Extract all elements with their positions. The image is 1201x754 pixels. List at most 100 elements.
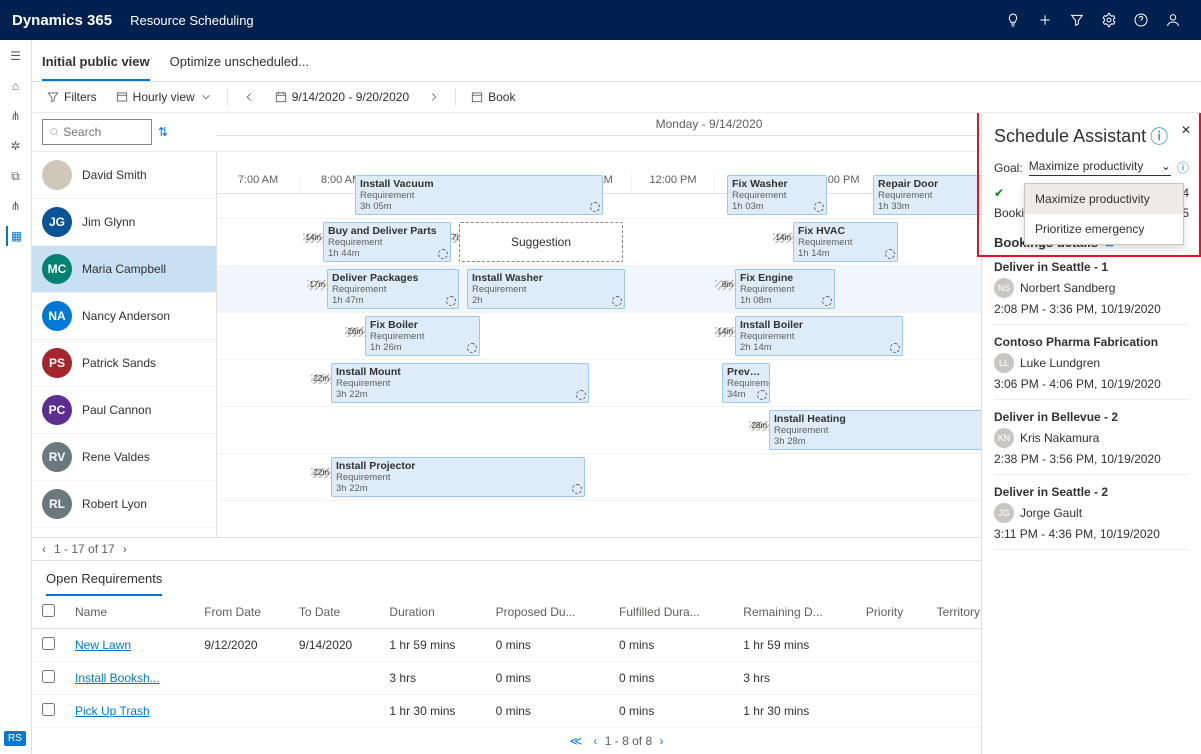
booking[interactable]: Install VacuumRequirement3h 05m <box>355 175 603 215</box>
help-icon[interactable] <box>1125 4 1157 36</box>
row-checkbox[interactable] <box>42 670 55 683</box>
cell: 1 hr 30 mins <box>379 695 485 728</box>
booking-title: Install Projector <box>336 460 580 472</box>
column-header[interactable]: Fulfilled Dura... <box>609 596 733 629</box>
avatar: RL <box>42 489 72 519</box>
row-checkbox[interactable] <box>42 637 55 650</box>
tab-open-requirements[interactable]: Open Requirements <box>46 571 162 596</box>
booking[interactable]: Install WasherRequirement2h <box>467 269 625 309</box>
suggestion-slot[interactable]: Suggestion <box>459 222 623 262</box>
info-icon[interactable]: ⓘ <box>1150 123 1168 149</box>
requirement-link[interactable]: New Lawn <box>75 638 131 652</box>
booking-title: Fix Engine <box>740 272 830 284</box>
date-next-button[interactable] <box>423 88 445 106</box>
requirement-link[interactable]: Install Booksh... <box>75 671 160 685</box>
cell <box>194 662 289 695</box>
sort-icon[interactable]: ⇅ <box>158 125 168 139</box>
resource-name: David Smith <box>82 168 147 182</box>
column-header[interactable]: From Date <box>194 596 289 629</box>
cell <box>856 695 927 728</box>
cell <box>856 662 927 695</box>
booking[interactable]: PreventRequirement34m <box>722 363 770 403</box>
booking[interactable]: Fix HVACRequirement1h 14m <box>793 222 898 262</box>
resource-row[interactable]: PCPaul Cannon <box>32 387 216 434</box>
rail-icon-2[interactable]: ✲ <box>6 136 26 156</box>
grid-next[interactable]: › <box>655 734 667 748</box>
view-mode-dropdown[interactable]: Hourly view <box>111 88 217 106</box>
resource-row[interactable]: RVRene Valdes <box>32 434 216 481</box>
resource-row[interactable]: David Smith <box>32 152 216 199</box>
home-icon[interactable]: ⌂ <box>6 76 26 96</box>
avatar: MC <box>42 254 72 284</box>
resource-name: Patrick Sands <box>82 356 156 370</box>
book-button[interactable]: Book <box>466 88 519 106</box>
tab-1[interactable]: Optimize unscheduled... <box>170 54 309 81</box>
gear-icon[interactable] <box>1093 4 1125 36</box>
column-header[interactable]: Proposed Du... <box>486 596 609 629</box>
column-header[interactable]: Name <box>65 596 194 629</box>
check-icon: ✔ <box>994 186 1004 200</box>
booking[interactable]: Deliver PackagesRequirement1h 47m <box>327 269 459 309</box>
date-range-picker[interactable]: 9/14/2020 - 9/20/2020 <box>270 88 413 106</box>
resource-row[interactable]: MCMaria Campbell <box>32 246 216 293</box>
filter-icon[interactable] <box>1061 4 1093 36</box>
travel-time: 14m <box>303 233 323 243</box>
booking[interactable]: Buy and Deliver PartsRequirement1h 44m <box>323 222 451 262</box>
rail-icon-3[interactable]: ⧉ <box>6 166 26 186</box>
requirement-link[interactable]: Pick Up Trash <box>75 704 150 718</box>
booking-detail[interactable]: Contoso Pharma FabricationLLLuke Lundgre… <box>994 335 1189 400</box>
close-icon[interactable]: ✕ <box>1181 123 1191 137</box>
column-header[interactable]: Remaining D... <box>733 596 856 629</box>
hamburger-icon[interactable]: ☰ <box>6 46 26 66</box>
brand: Dynamics 365 <box>12 12 112 29</box>
resource-row[interactable]: RL Robert Lyon <box>32 481 216 528</box>
booking-title: Install Washer <box>472 272 620 284</box>
select-all-checkbox[interactable] <box>42 604 55 617</box>
column-header[interactable]: Duration <box>379 596 485 629</box>
travel-time: 14m <box>773 233 793 243</box>
resource-row[interactable]: PSPatrick Sands <box>32 340 216 387</box>
column-header[interactable]: Priority <box>856 596 927 629</box>
booking-title: Fix Boiler <box>370 319 475 331</box>
goal-dropdown[interactable]: Maximize productivity ⌄ <box>1029 159 1171 176</box>
resource-column: David Smith JGJim GlynnMCMaria CampbellNA… <box>32 152 217 537</box>
person-icon[interactable] <box>1157 4 1189 36</box>
booking-detail[interactable]: Deliver in Seattle - 1NSNorbert Sandberg… <box>994 260 1189 325</box>
tab-0[interactable]: Initial public view <box>42 54 150 81</box>
resource-name: Robert Lyon <box>82 497 147 511</box>
schedule-board-icon[interactable]: ▦ <box>6 226 26 246</box>
booking-detail[interactable]: Deliver in Seattle - 2JGJorge Gault3:11 … <box>994 485 1189 550</box>
filters-button[interactable]: Filters <box>42 88 101 106</box>
cell <box>194 695 289 728</box>
search-input[interactable] <box>63 125 145 139</box>
booking[interactable]: Install BoilerRequirement2h 14m <box>735 316 903 356</box>
goal-option[interactable]: Prioritize emergency <box>1025 214 1183 244</box>
booking-detail-person: LLLuke Lundgren <box>994 353 1189 373</box>
booking[interactable]: Fix WasherRequirement1h 03m <box>727 175 827 215</box>
date-prev-button[interactable] <box>238 88 260 106</box>
resource-row[interactable]: JGJim Glynn <box>32 199 216 246</box>
info-icon[interactable]: ⓘ <box>1177 159 1189 176</box>
rail-icon-4[interactable]: ⋔ <box>6 196 26 216</box>
pager-prev[interactable]: ‹ <box>42 542 46 556</box>
booking-detail[interactable]: Deliver in Bellevue - 2KNKris Nakamura2:… <box>994 410 1189 475</box>
grid-first[interactable]: ≪ <box>566 734 587 748</box>
booking[interactable]: Fix BoilerRequirement1h 26m <box>365 316 480 356</box>
lightbulb-icon[interactable] <box>997 4 1029 36</box>
cell: 1 hr 59 mins <box>733 629 856 662</box>
booking-title: Prevent <box>727 366 765 378</box>
resource-row[interactable]: NANancy Anderson <box>32 293 216 340</box>
booking[interactable]: Install MountRequirement3h 22m <box>331 363 589 403</box>
column-header[interactable]: To Date <box>289 596 380 629</box>
search-input-wrapper[interactable] <box>42 119 152 145</box>
grid-prev[interactable]: ‹ <box>589 734 601 748</box>
pager-next[interactable]: › <box>123 542 127 556</box>
plus-icon[interactable] <box>1029 4 1061 36</box>
rail-icon-1[interactable]: ⋔ <box>6 106 26 126</box>
row-checkbox[interactable] <box>42 703 55 716</box>
booking-duration: 2h 14m <box>740 342 898 353</box>
booking[interactable]: Fix EngineRequirement1h 08m <box>735 269 835 309</box>
goal-option[interactable]: Maximize productivity <box>1025 184 1183 214</box>
booking[interactable]: Install ProjectorRequirement3h 22m <box>331 457 585 497</box>
chevron-down-icon <box>199 90 213 104</box>
